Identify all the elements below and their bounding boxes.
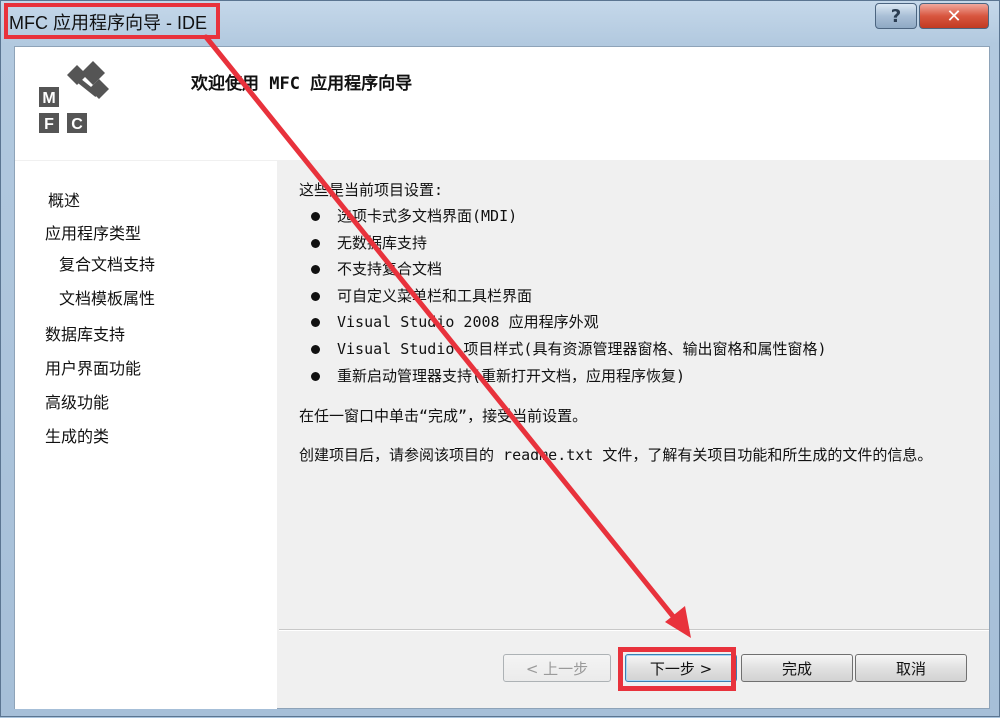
readme-hint: 创建项目后，请参阅该项目的 readme.txt 文件，了解有关项目功能和所生成… xyxy=(299,446,933,464)
logo-letter-c: C xyxy=(71,116,83,133)
list-item: 无数据库支持 xyxy=(299,230,827,257)
bullet-icon xyxy=(311,291,320,301)
button-separator xyxy=(279,629,989,631)
nav-item-ui-features[interactable]: 用户界面功能 xyxy=(45,355,141,379)
settings-list: 选项卡式多文档界面(MDI) 无数据库支持 不支持复合文档 可自定义菜单栏和工具… xyxy=(299,203,827,389)
bullet-icon xyxy=(311,212,320,221)
logo-letter-f: F xyxy=(44,116,54,133)
bullet-icon xyxy=(311,344,320,354)
wizard-content: 这些是当前项目设置: 选项卡式多文档界面(MDI) 无数据库支持 不支持复合文档… xyxy=(281,161,989,631)
logo-letter-m: M xyxy=(42,90,55,107)
finish-button[interactable]: 完成 xyxy=(741,654,853,682)
bullet-icon xyxy=(311,238,320,248)
list-item-text: 可自定义菜单栏和工具栏界面 xyxy=(337,286,533,305)
list-item-text: 无数据库支持 xyxy=(337,233,428,252)
list-item-text: Visual Studio 项目样式(具有资源管理器窗格、输出窗格和属性窗格) xyxy=(337,339,827,358)
close-button[interactable]: ✕ xyxy=(919,3,989,29)
bullet-icon xyxy=(311,265,320,275)
cancel-button[interactable]: 取消 xyxy=(855,654,967,682)
list-item: Visual Studio 2008 应用程序外观 xyxy=(299,309,827,336)
list-item-text: 不支持复合文档 xyxy=(337,260,443,279)
bullet-icon xyxy=(311,318,320,328)
wizard-window: MFC 应用程序向导 - IDE ? ✕ M F C 欢迎使用 MFC 应用程序… xyxy=(0,0,1000,717)
nav-item-database[interactable]: 数据库支持 xyxy=(45,321,125,345)
settings-intro: 这些是当前项目设置: xyxy=(299,181,444,199)
nav-item-app-type[interactable]: 应用程序类型 xyxy=(45,220,141,244)
list-item-text: 选项卡式多文档界面(MDI) xyxy=(337,207,518,225)
wizard-nav: 概述 应用程序类型 复合文档支持 文档模板属性 数据库支持 用户界面功能 高级功… xyxy=(15,161,277,709)
list-item: 不支持复合文档 xyxy=(299,256,827,283)
nav-item-compound-doc[interactable]: 复合文档支持 xyxy=(59,251,155,275)
list-item: 可自定义菜单栏和工具栏界面 xyxy=(299,283,827,310)
list-item: 选项卡式多文档界面(MDI) xyxy=(299,203,827,230)
next-highlight-box xyxy=(618,647,736,691)
nav-item-doc-template[interactable]: 文档模板属性 xyxy=(59,285,155,309)
help-button[interactable]: ? xyxy=(875,3,917,29)
nav-item-overview[interactable]: 概述 xyxy=(48,187,80,211)
nav-item-advanced[interactable]: 高级功能 xyxy=(45,389,109,413)
wizard-banner: M F C 欢迎使用 MFC 应用程序向导 xyxy=(15,47,989,160)
wizard-heading: 欢迎使用 MFC 应用程序向导 xyxy=(191,74,413,94)
mfc-logo-icon: M F C xyxy=(39,61,109,133)
title-highlight-box xyxy=(4,3,220,39)
wizard-client-area: M F C 欢迎使用 MFC 应用程序向导 概述 应用程序类型 复合文档支持 文… xyxy=(14,46,990,709)
list-item-text: Visual Studio 2008 应用程序外观 xyxy=(337,313,599,332)
previous-button[interactable]: < 上一步 xyxy=(503,654,611,682)
list-item: 重新启动管理器支持(重新打开文档，应用程序恢复) xyxy=(299,363,827,390)
nav-item-generated-classes[interactable]: 生成的类 xyxy=(45,423,109,447)
bullet-icon xyxy=(311,371,320,381)
finish-hint: 在任一窗口中单击“完成”，接受当前设置。 xyxy=(299,407,588,425)
list-item-text: 重新启动管理器支持(重新打开文档，应用程序恢复) xyxy=(337,366,686,385)
list-item: Visual Studio 项目样式(具有资源管理器窗格、输出窗格和属性窗格) xyxy=(299,336,827,363)
